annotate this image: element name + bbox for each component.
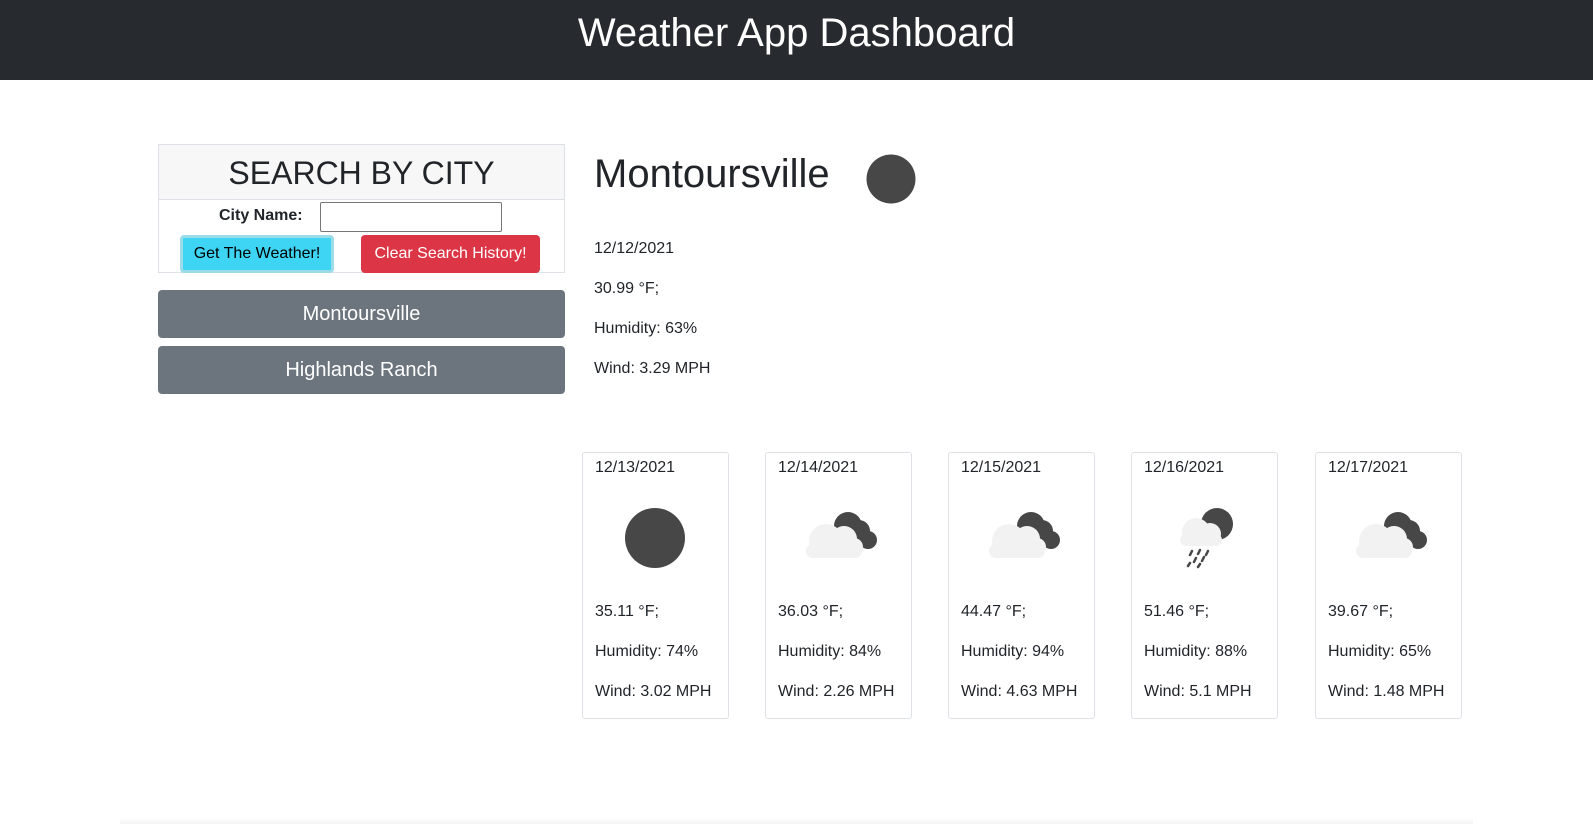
forecast-wind: Wind: 1.48 MPH <box>1328 683 1445 700</box>
forecast-date: 12/14/2021 <box>778 459 859 476</box>
forecast-wind: Wind: 3.02 MPH <box>595 683 712 700</box>
full-moon-icon <box>625 508 685 568</box>
forecast-humidity: Humidity: 74% <box>595 643 699 660</box>
city-name-input[interactable] <box>320 202 502 232</box>
cloudy-night-icon <box>989 512 1060 558</box>
cloudy-night-icon <box>806 512 877 558</box>
current-humidity: Humidity: 63% <box>594 320 698 337</box>
forecast-humidity: Humidity: 84% <box>778 643 882 660</box>
forecast-temp: 36.03 °F; <box>778 603 844 620</box>
page-title: Weather App Dashboard <box>577 11 1016 55</box>
forecast-date: 12/15/2021 <box>961 459 1042 476</box>
forecast-wind: Wind: 4.63 MPH <box>961 683 1078 700</box>
rainy-night-icon <box>1180 508 1233 569</box>
navbar: Weather App Dashboard <box>0 0 1593 80</box>
forecast-wind: Wind: 5.1 MPH <box>1144 683 1252 700</box>
get-weather-button[interactable]: Get The Weather! <box>180 235 334 273</box>
history-button-highlands-ranch[interactable]: Highlands Ranch <box>158 346 565 394</box>
clear-history-button[interactable]: Clear Search History! <box>361 235 540 273</box>
current-temp: 30.99 °F; <box>594 280 660 297</box>
forecast-card: 12/15/2021 44.47 °F; Humidity: 94% Wind:… <box>948 452 1095 719</box>
forecast-temp: 44.47 °F; <box>961 603 1027 620</box>
forecast-wind: Wind: 2.26 MPH <box>778 683 895 700</box>
cloudy-night-icon <box>1356 512 1427 558</box>
forecast-card: 12/13/2021 35.11 °F; Humidity: 74% Wind:… <box>582 452 729 719</box>
forecast-card: 12/16/2021 51.46 °F; Humidity: 88% Wind:… <box>1131 452 1278 719</box>
forecast-temp: 35.11 °F; <box>595 603 659 620</box>
search-card: SEARCH BY CITY City Name: Get The Weathe… <box>158 144 565 273</box>
forecast-date: 12/16/2021 <box>1144 459 1225 476</box>
forecast-temp: 51.46 °F; <box>1144 603 1210 620</box>
forecast-date: 12/13/2021 <box>595 459 676 476</box>
current-date: 12/12/2021 <box>594 240 675 257</box>
current-wind: Wind: 3.29 MPH <box>594 360 711 377</box>
forecast-date: 12/17/2021 <box>1328 459 1409 476</box>
forecast-humidity: Humidity: 65% <box>1328 643 1432 660</box>
current-city-name: Montoursville <box>594 152 830 196</box>
forecast-humidity: Humidity: 94% <box>961 643 1065 660</box>
full-moon-icon <box>866 154 916 204</box>
search-heading: SEARCH BY CITY <box>159 145 564 200</box>
history-button-montoursville[interactable]: Montoursville <box>158 290 565 338</box>
search-row: City Name: <box>159 200 564 232</box>
forecast-temp: 39.67 °F; <box>1328 603 1394 620</box>
forecast-card: 12/17/2021 39.67 °F; Humidity: 65% Wind:… <box>1315 452 1462 719</box>
page-bottom-edge <box>120 818 1473 824</box>
forecast-humidity: Humidity: 88% <box>1144 643 1248 660</box>
city-name-label: City Name: <box>219 207 303 224</box>
forecast-card: 12/14/2021 36.03 °F; Humidity: 84% Wind:… <box>765 452 912 719</box>
